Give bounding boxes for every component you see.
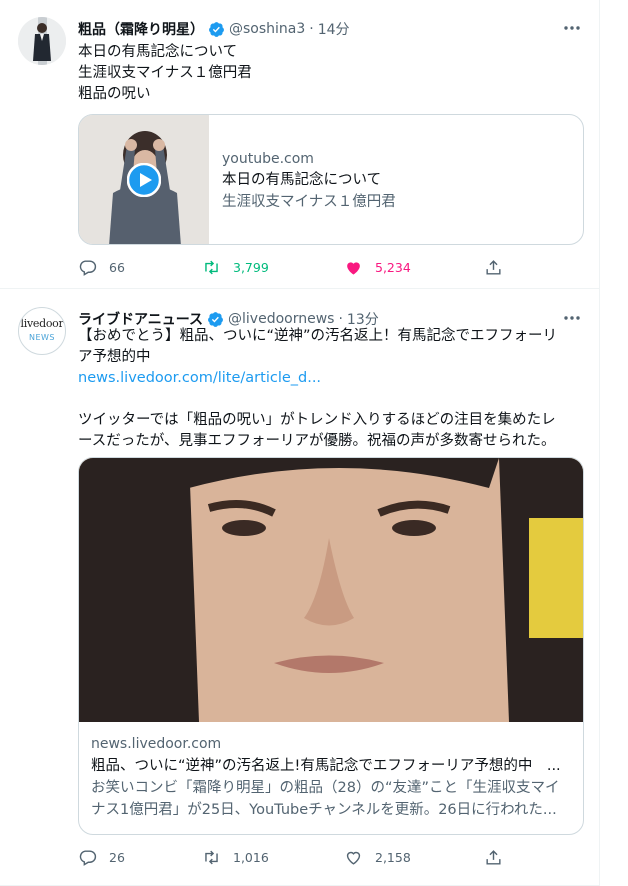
like-button[interactable]: 5,234: [344, 258, 411, 277]
reply-button[interactable]: 26: [78, 848, 125, 867]
card-meta: youtube.com 本日の有馬記念について 生涯収支マイナス１億円君: [222, 149, 572, 213]
handle[interactable]: @soshina3: [229, 21, 305, 37]
tweet-text-line: 粗品の呪い: [78, 86, 151, 102]
more-icon[interactable]: [562, 311, 582, 325]
card-title: 本日の有馬記念について: [222, 172, 382, 188]
reply-count: 26: [109, 850, 125, 865]
tweet-header: 粗品（霜降り明星） @soshina3 · 14分: [78, 18, 350, 40]
tweet-text-line: ア予想的中: [78, 349, 151, 365]
like-count: 2,158: [375, 850, 411, 865]
avatar-logo-text: livedoor: [20, 317, 64, 330]
card-description: 生涯収支マイナス１億円君: [222, 194, 396, 210]
share-button[interactable]: [484, 848, 515, 867]
retweet-button[interactable]: 1,016: [202, 848, 269, 867]
tweet-text-line: 生涯収支マイナス１億円君: [78, 65, 252, 81]
tweet-livedoor[interactable]: livedoor NEWS ライブドアニュース @livedoornews · …: [0, 290, 600, 886]
play-icon[interactable]: [127, 163, 161, 197]
reply-button[interactable]: 66: [78, 258, 125, 277]
retweet-icon: [205, 260, 218, 275]
card-description-line: ナス1億円君」が25日、YouTubeチャンネルを更新。26日に行われた...: [91, 802, 557, 818]
link-card-livedoor[interactable]: news.livedoor.com 粗品、ついに“逆神”の汚名返上!有馬記念でエ…: [78, 457, 584, 835]
reply-icon: [79, 260, 97, 276]
face-closeup-image: [79, 458, 583, 722]
separator-dot: ·: [338, 311, 343, 327]
like-count: 5,234: [375, 260, 411, 275]
tweet-actions: 26 1,016 2,158: [78, 848, 508, 870]
timestamp[interactable]: 14分: [318, 19, 350, 39]
like-button[interactable]: 2,158: [344, 848, 411, 867]
article-photo[interactable]: [79, 458, 583, 722]
card-description-line: お笑いコンビ「霜降り明星」の粗品（28）の“友達”こと「生涯収支マイ: [91, 780, 560, 796]
verified-badge-icon: [209, 21, 224, 37]
avatar[interactable]: [18, 17, 66, 65]
video-thumbnail[interactable]: [79, 115, 209, 244]
avatar-photo: [18, 17, 66, 65]
more-icon[interactable]: [562, 21, 582, 35]
tweet-soshina[interactable]: 粗品（霜降り明星） @soshina3 · 14分 本日の有馬記念について 生涯…: [0, 0, 600, 289]
reply-icon: [79, 850, 97, 866]
retweet-count: 1,016: [233, 850, 269, 865]
tweet-text-line: ースだったが、見事エフフォーリアが優勝。祝福の声が多数寄せられた。: [78, 433, 556, 449]
avatar[interactable]: livedoor NEWS: [18, 307, 66, 355]
card-title: 粗品、ついに“逆神”の汚名返上!有馬記念でエフフォーリア予想的中 ...: [91, 758, 561, 774]
tweet-text: 【おめでとう】粗品、ついに“逆神”の汚名返上！有馬記念でエフフォーリ ア予想的中…: [78, 326, 586, 452]
retweet-icon: [205, 850, 218, 865]
timeline: 粗品（霜降り明星） @soshina3 · 14分 本日の有馬記念について 生涯…: [0, 0, 600, 886]
display-name[interactable]: 粗品（霜降り明星）: [78, 19, 204, 39]
article-link[interactable]: news.livedoor.com/lite/article_d...: [78, 368, 586, 389]
tweet-text-line: 本日の有馬記念について: [78, 44, 238, 60]
like-icon: [347, 262, 360, 275]
tweet-text-line: 【おめでとう】粗品、ついに“逆神”の汚名返上！有馬記念でエフフォーリ: [78, 328, 558, 344]
separator-dot: ·: [309, 21, 314, 37]
retweet-button[interactable]: 3,799: [202, 258, 269, 277]
card-domain: news.livedoor.com: [91, 736, 222, 752]
tweet-actions: 66 3,799 5,234: [78, 258, 508, 280]
share-button[interactable]: [484, 258, 515, 277]
retweet-count: 3,799: [233, 260, 269, 275]
card-meta: news.livedoor.com 粗品、ついに“逆神”の汚名返上!有馬記念でエ…: [91, 734, 571, 821]
avatar-logo-subtext: NEWS: [28, 333, 56, 342]
tweet-text-line: ツイッターでは「粗品の呪い」がトレンド入りするほどの注目を集めたレ: [78, 412, 556, 428]
share-icon: [486, 260, 501, 275]
share-icon: [486, 850, 501, 865]
card-domain: youtube.com: [222, 151, 314, 167]
reply-count: 66: [109, 260, 125, 275]
link-card-youtube[interactable]: youtube.com 本日の有馬記念について 生涯収支マイナス１億円君: [78, 114, 584, 245]
verified-badge-icon: [208, 311, 223, 327]
like-icon: [346, 851, 361, 865]
tweet-text: 本日の有馬記念について 生涯収支マイナス１億円君 粗品の呪い: [78, 42, 586, 105]
handle[interactable]: @livedoornews: [228, 311, 334, 327]
